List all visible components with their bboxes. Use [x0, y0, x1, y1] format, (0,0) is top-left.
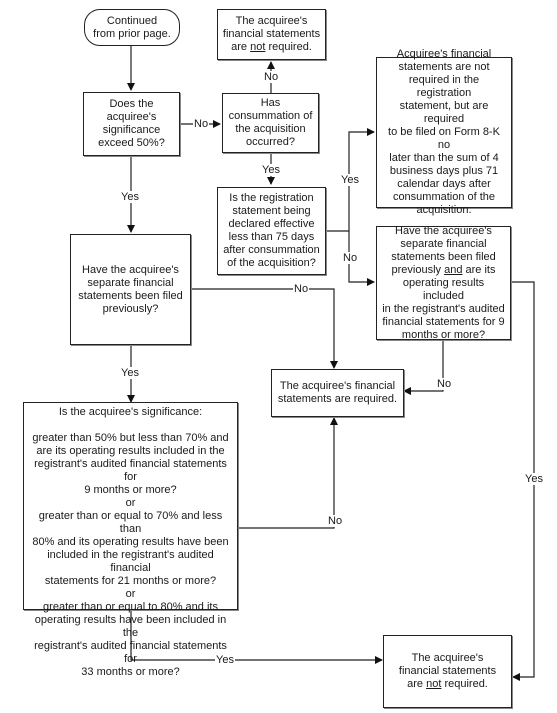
label-no-significance: No — [327, 515, 344, 527]
significance-heading: Is the acquiree's significance: — [58, 406, 203, 418]
decision-filed-previously: Have the acquiree's separate financial s… — [70, 234, 191, 345]
start-terminal: Continued from prior page. — [84, 9, 180, 46]
label-yes-exceed: Yes — [120, 191, 140, 203]
significance-option-1: greater than 50% but less than 70% and a… — [32, 432, 229, 496]
edge-filed-prev-no — [190, 288, 338, 369]
label-yes-significance: Yes — [215, 654, 235, 666]
outcome-not-required-top: The acquiree's financial statements are … — [217, 9, 326, 60]
decision-text: Have the acquiree's separate financial s… — [382, 224, 505, 341]
label-no-filed-previously: No — [293, 283, 310, 295]
decision-significance-exceed-50: Does the acquiree's significance exceed … — [83, 92, 180, 156]
outcome-text: The acquiree's financial statements are … — [222, 15, 321, 53]
outcome-required: The acquiree's financial statements are … — [271, 369, 404, 417]
significance-or-1: or — [125, 497, 136, 509]
label-no-effective: No — [342, 252, 359, 264]
decision-consummation-occurred: Has consummation of the acquisition occu… — [222, 93, 319, 153]
label-yes-effective: Yes — [340, 174, 360, 186]
label-yes-filed-previously: Yes — [120, 367, 140, 379]
decision-effective-75-days: Is the registration statement being decl… — [217, 187, 326, 275]
significance-option-2: greater than or equal to 70% and less th… — [32, 510, 229, 587]
edge-signif-no — [237, 417, 338, 529]
outcome-form-8k: Acquiree's financial statements are not … — [376, 48, 512, 216]
label-yes-consummation: Yes — [261, 164, 281, 176]
outcome-not-required-bottom: The acquiree's financial statements are … — [383, 635, 512, 708]
label-yes-filed-9-months: Yes — [524, 473, 544, 485]
significance-option-3: greater than or equal to 80% and its ope… — [34, 601, 227, 678]
decision-filed-and-9-months: Have the acquiree's separate financial s… — [376, 224, 511, 341]
outcome-text: The acquiree's financial statements are … — [398, 652, 497, 690]
significance-or-2: or — [125, 588, 136, 600]
label-no-exceed: No — [193, 118, 210, 130]
label-no-consummation: No — [263, 71, 280, 83]
decision-significance-tiers: Is the acquiree's significance: greater … — [23, 402, 238, 678]
label-no-filed-9-months: No — [436, 378, 453, 390]
